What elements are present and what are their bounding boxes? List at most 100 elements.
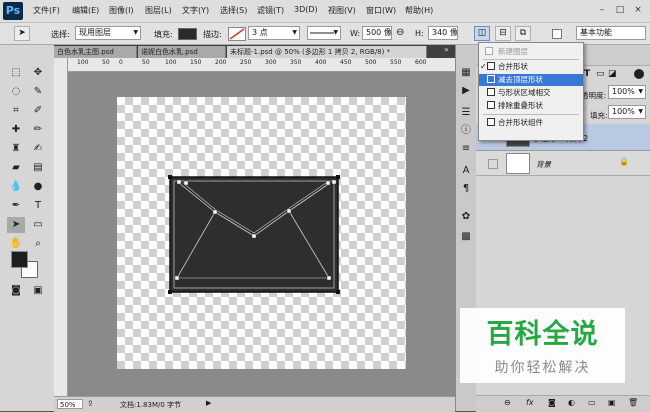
menu-help[interactable]: 帮助(H) — [405, 5, 433, 16]
menu-window[interactable]: 窗口(W) — [366, 5, 396, 16]
height-input[interactable]: 340 像 — [428, 26, 458, 40]
menu-combine-shapes[interactable]: ✓ 合并形状 — [479, 61, 583, 73]
width-input[interactable]: 500 像 — [362, 26, 392, 40]
menu-filter[interactable]: 滤镜(T) — [257, 5, 284, 16]
opacity-input[interactable]: 100% ▼ — [608, 85, 646, 99]
clone-stamp-tool-icon[interactable]: ♜ — [7, 141, 25, 157]
stroke-swatch[interactable] — [228, 27, 246, 41]
stroke-width-dropdown[interactable]: 3 点 ▼ — [248, 26, 300, 40]
layer-row-background[interactable]: 背景 🔒 — [476, 151, 650, 176]
ruler-number: 50 — [102, 59, 110, 66]
menu-layer[interactable]: 图层(L) — [145, 5, 172, 16]
history-panel-icon[interactable]: ▦ — [457, 65, 475, 81]
lasso-tool-icon[interactable]: ◌ — [7, 84, 25, 100]
menu-edit[interactable]: 编辑(E) — [72, 5, 99, 16]
paragraph-panel-icon[interactable]: ¶ — [457, 181, 475, 197]
menu-3d[interactable]: 3D(D) — [294, 5, 318, 14]
height-label: H: — [415, 29, 424, 38]
shape-filter-icon[interactable]: ▭ — [596, 69, 605, 79]
path-select-tool-icon[interactable]: ➤ — [14, 26, 30, 41]
menu-type[interactable]: 文字(Y) — [182, 5, 209, 16]
menu-subtract-front-shape[interactable]: 减去顶层形状 — [479, 74, 583, 86]
styles-panel-icon[interactable]: ▩ — [457, 229, 475, 245]
menu-merge-components[interactable]: 合并形状组件 — [479, 117, 583, 129]
doc-tab-1[interactable]: 白色水乳主图.psd — [54, 46, 137, 58]
doc-tab-active[interactable]: 未标题-1.psd @ 50% (多边形 1 拷贝 2, RGB/8) * — [227, 46, 427, 58]
width-label: W: — [350, 29, 361, 38]
select-label: 选择: — [51, 30, 70, 39]
group-icon[interactable]: ▭ — [588, 398, 596, 407]
path-alignment-icon[interactable]: ⊟ — [495, 26, 511, 41]
blur-tool-icon[interactable]: 💧 — [7, 179, 25, 195]
type-filter-icon[interactable]: T — [584, 69, 590, 79]
visibility-toggle[interactable] — [488, 159, 498, 169]
align-edges-checkbox[interactable] — [552, 29, 562, 39]
document-canvas[interactable] — [117, 97, 406, 369]
fill-input[interactable]: 100% ▼ — [608, 105, 646, 119]
adjustment-layer-icon[interactable]: ◐ — [568, 398, 575, 407]
marquee-tool-icon[interactable]: ⬚ — [7, 65, 25, 81]
gradient-tool-icon[interactable]: ▤ — [29, 160, 47, 176]
close-button[interactable]: × — [629, 3, 647, 18]
pen-tool-icon[interactable]: ✒ — [7, 198, 25, 214]
status-arrow-icon[interactable]: ▶ — [206, 399, 211, 407]
swatches-panel-icon[interactable]: ✿ — [457, 209, 475, 225]
history-brush-tool-icon[interactable]: ✍ — [29, 141, 47, 157]
filter-toggle[interactable] — [634, 69, 644, 79]
move-tool-icon[interactable]: ✥ — [29, 65, 47, 81]
screen-mode-icon[interactable]: ▣ — [29, 283, 47, 299]
workspace-dropdown[interactable]: 基本功能 — [576, 26, 646, 40]
link-layers-icon[interactable]: ⊖ — [504, 398, 511, 407]
path-selection-tool-icon[interactable]: ➤ — [7, 217, 25, 233]
smart-filter-icon[interactable]: ◪ — [608, 69, 617, 79]
hand-tool-icon[interactable]: ✋ — [7, 236, 25, 252]
info-panel-icon[interactable]: ⓘ — [457, 123, 475, 139]
stroke-type-dropdown[interactable]: ▼ — [307, 26, 341, 40]
zoom-input[interactable]: 50% — [57, 399, 83, 409]
path-arrangement-icon[interactable]: ⧉ — [515, 26, 531, 41]
tab-overflow-icon[interactable]: » — [444, 45, 449, 54]
link-icon[interactable]: ⊖ — [396, 27, 404, 38]
actions-panel-icon[interactable]: ▶ — [457, 83, 475, 99]
export-icon[interactable]: ⇪ — [87, 399, 94, 408]
brush-tool-icon[interactable]: ✏ — [29, 122, 47, 138]
watermark: 百科全说 助你轻松解决 — [460, 308, 625, 383]
quick-mask-icon[interactable]: ◙ — [7, 283, 25, 299]
minimize-button[interactable]: – — [593, 3, 611, 18]
menu-select[interactable]: 选择(S) — [220, 5, 247, 16]
type-tool-icon[interactable]: T — [29, 198, 47, 214]
maximize-button[interactable]: □ — [611, 3, 629, 18]
new-layer-icon[interactable]: ▣ — [608, 398, 616, 407]
zoom-tool-icon[interactable]: ⌕ — [29, 236, 47, 252]
menu-intersect-shapes[interactable]: 与形状区域相交 — [479, 87, 583, 99]
character-panel-icon[interactable]: A — [457, 163, 475, 179]
eraser-tool-icon[interactable]: ▰ — [7, 160, 25, 176]
menu-file[interactable]: 文件(F) — [33, 5, 60, 16]
fill-swatch[interactable] — [178, 28, 197, 40]
rectangle-tool-icon[interactable]: ▭ — [29, 217, 47, 233]
foreground-color-swatch[interactable] — [11, 251, 28, 268]
mask-icon[interactable]: ◙ — [548, 398, 556, 407]
quick-select-tool-icon[interactable]: ✎ — [29, 84, 47, 100]
menu-new-layer[interactable]: 新建图层 — [479, 46, 583, 58]
layer-name[interactable]: 背景 — [536, 159, 551, 170]
eyedropper-tool-icon[interactable]: ✐ — [29, 103, 47, 119]
tool-panel: ⬚ ✥ ◌ ✎ ⌗ ✐ ✚ ✏ ♜ ✍ ▰ ▤ 💧 ● ✒ T ➤ ▭ ✋ ⌕ … — [0, 45, 55, 411]
ruler-number: 600 — [415, 59, 427, 66]
healing-brush-tool-icon[interactable]: ✚ — [7, 122, 25, 138]
trash-icon[interactable]: 🗑 — [628, 398, 638, 407]
adjust-panel-icon[interactable]: ☰ — [457, 105, 475, 121]
doc-info: 文档:1.83M/0 字节 — [120, 401, 182, 409]
doc-tab-2[interactable]: 诺妮白色水乳.psd — [138, 46, 226, 58]
fx-icon[interactable]: fx — [526, 398, 534, 407]
menu-image[interactable]: 图像(I) — [109, 5, 134, 16]
dodge-tool-icon[interactable]: ● — [29, 179, 47, 195]
properties-panel-icon[interactable]: ≡ — [457, 141, 475, 157]
path-operations-icon[interactable]: ◫ — [474, 26, 490, 41]
crop-tool-icon[interactable]: ⌗ — [7, 103, 25, 119]
ruler-number: 250 — [240, 59, 252, 66]
envelope-shape[interactable] — [117, 97, 406, 369]
select-dropdown[interactable]: 现用图层 ▼ — [75, 26, 141, 40]
menu-view[interactable]: 视图(V) — [328, 5, 356, 16]
menu-exclude-overlap[interactable]: 排除重叠形状 — [479, 100, 583, 112]
